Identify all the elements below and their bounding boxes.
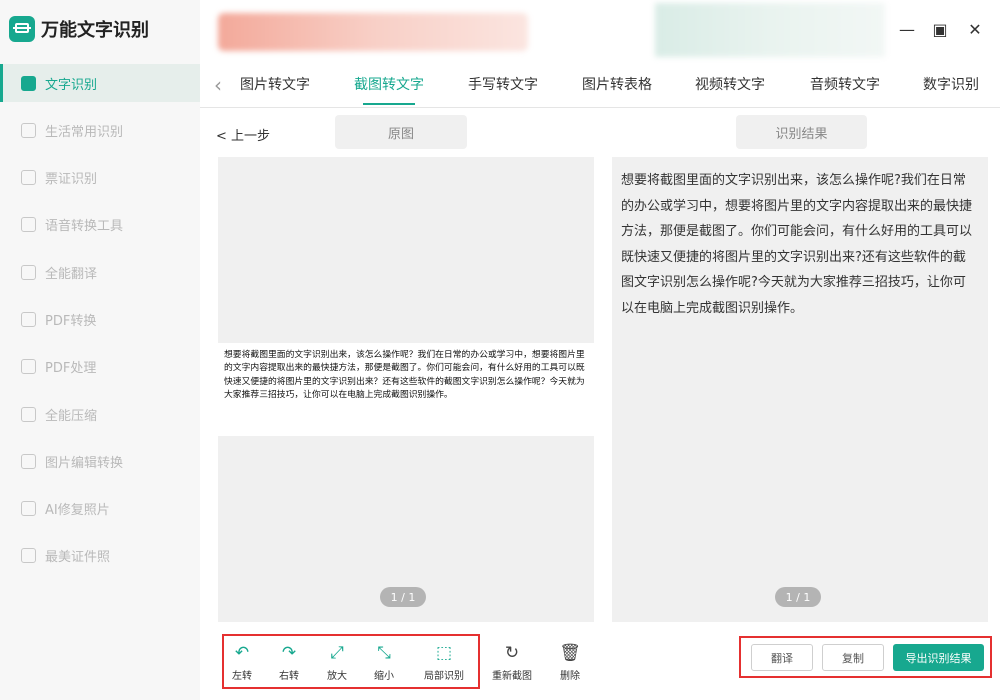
right-page-indicator: 1 / 1 [775, 587, 821, 607]
original-image-label: 原图 [335, 115, 467, 149]
crop-icon: ⬚ [435, 643, 453, 663]
sidebar: 万能文字识别 文字识别 生活常用识别 票证识别 语音转换工具 全能翻译 PDF转… [0, 0, 200, 700]
sidebar-item-label: AI修复照片 [45, 503, 110, 519]
partial-ocr-button[interactable]: ⬚ 局部识别 [422, 642, 466, 682]
sidebar-item-label: 最美证件照 [45, 550, 111, 566]
sidebar-item-label: 生活常用识别 [45, 124, 124, 140]
compress-icon [21, 406, 36, 422]
sidebar-item-ticket-ocr[interactable]: 票证识别 [0, 159, 200, 197]
rotate-right-icon: ↷ [281, 643, 297, 663]
chevron-left-icon[interactable]: ‹ [214, 73, 222, 97]
trash-icon: 🗑 [559, 643, 581, 663]
sidebar-item-id-photo[interactable]: 最美证件照 [0, 537, 200, 575]
recapture-button[interactable]: ↻ 重新截图 [490, 642, 534, 682]
sidebar-item-label: 图片编辑转换 [45, 455, 124, 471]
sidebar-item-label: PDF转换 [45, 313, 97, 329]
ticket-icon [21, 170, 36, 186]
voice-icon [21, 217, 36, 233]
blurred-account-area [655, 3, 885, 57]
partial-ocr-label: 局部识别 [424, 671, 464, 682]
sidebar-item-voice-tools[interactable]: 语音转换工具 [0, 206, 200, 244]
tab-number-ocr[interactable]: 数字识别 [923, 74, 979, 94]
delete-label: 删除 [560, 671, 580, 682]
sidebar-item-label: PDF处理 [45, 361, 97, 377]
app-logo: 万能文字识别 [9, 16, 149, 42]
ai-photo-icon [21, 501, 36, 517]
refresh-icon: ↻ [504, 643, 520, 663]
zoom-in-button[interactable]: ⤢ 放大 [317, 642, 357, 682]
rotate-left-button[interactable]: ↶ 左转 [222, 642, 262, 682]
result-text[interactable]: 想要将截图里面的文字识别出来，该怎么操作呢?我们在日常的办公或学习中，想要将图片… [621, 168, 976, 322]
title-bar: — ▣ ✕ [200, 0, 1000, 64]
delete-button[interactable]: 🗑 删除 [550, 642, 590, 682]
camera-icon [21, 122, 36, 138]
sidebar-item-label: 全能翻译 [45, 266, 98, 282]
tab-video-to-text[interactable]: 视频转文字 [695, 74, 765, 94]
zoom-out-label: 缩小 [374, 671, 394, 682]
tab-handwriting-to-text[interactable]: 手写转文字 [468, 74, 538, 94]
blurred-banner [218, 13, 528, 51]
recapture-label: 重新截图 [492, 671, 532, 682]
sidebar-item-label: 文字识别 [45, 77, 98, 93]
maximize-button[interactable]: ▣ [930, 20, 950, 40]
minimize-button[interactable]: — [897, 20, 917, 40]
translate-button[interactable]: 翻译 [751, 644, 813, 671]
sidebar-item-ai-photo[interactable]: AI修复照片 [0, 490, 200, 528]
left-page-indicator: 1 / 1 [380, 587, 426, 607]
sidebar-item-image-edit[interactable]: 图片编辑转换 [0, 442, 200, 480]
sidebar-item-translate[interactable]: 全能翻译 [0, 253, 200, 291]
scan-icon [21, 75, 36, 91]
active-tab-indicator [363, 103, 415, 105]
sidebar-item-label: 票证识别 [45, 172, 98, 188]
id-photo-icon [21, 548, 36, 564]
rotate-right-button[interactable]: ↷ 右转 [269, 642, 309, 682]
app-title: 万能文字识别 [41, 20, 149, 41]
sidebar-item-label: 全能压缩 [45, 408, 98, 424]
pdf-edit-icon [21, 359, 36, 375]
sidebar-item-text-ocr[interactable]: 文字识别 [0, 64, 200, 102]
expand-icon: ⤢ [330, 643, 344, 663]
result-label: 识别结果 [736, 115, 867, 149]
sidebar-item-compress[interactable]: 全能压缩 [0, 395, 200, 433]
sidebar-item-label: 语音转换工具 [45, 219, 124, 235]
zoom-out-button[interactable]: ⤡ 缩小 [364, 642, 404, 682]
rotate-left-label: 左转 [232, 671, 252, 682]
image-edit-icon [21, 453, 36, 469]
back-button[interactable]: < 上一步 [216, 125, 270, 144]
pdf-icon [21, 311, 36, 327]
export-button[interactable]: 导出识别结果 [893, 644, 984, 671]
copy-button[interactable]: 复制 [822, 644, 884, 671]
sidebar-item-pdf-process[interactable]: PDF处理 [0, 348, 200, 386]
sidebar-item-pdf-convert[interactable]: PDF转换 [0, 300, 200, 338]
close-button[interactable]: ✕ [965, 20, 985, 40]
tab-image-to-table[interactable]: 图片转表格 [582, 74, 652, 94]
sidebar-item-life-ocr[interactable]: 生活常用识别 [0, 111, 200, 149]
zoom-in-label: 放大 [327, 671, 347, 682]
screenshot-text: 想要将截图里面的文字识别出来，该怎么操作呢？我们在日常的办公或学习中，想要将图片… [224, 350, 585, 400]
shrink-icon: ⤡ [377, 643, 391, 663]
feature-tabs: ‹ 图片转文字 截图转文字 手写转文字 图片转表格 视频转文字 音频转文字 数字… [200, 64, 1000, 108]
scanner-icon [9, 16, 35, 42]
screenshot-image: 想要将截图里面的文字识别出来，该怎么操作呢？我们在日常的办公或学习中，想要将图片… [218, 343, 594, 436]
tab-screenshot-to-text[interactable]: 截图转文字 [354, 74, 424, 94]
tab-audio-to-text[interactable]: 音频转文字 [810, 74, 880, 94]
rotate-left-icon: ↶ [234, 643, 250, 663]
tab-image-to-text[interactable]: 图片转文字 [240, 74, 310, 94]
rotate-right-label: 右转 [279, 671, 299, 682]
sidebar-nav: 文字识别 生活常用识别 票证识别 语音转换工具 全能翻译 PDF转换 PDF处理… [0, 64, 200, 584]
translate-icon [21, 264, 36, 280]
